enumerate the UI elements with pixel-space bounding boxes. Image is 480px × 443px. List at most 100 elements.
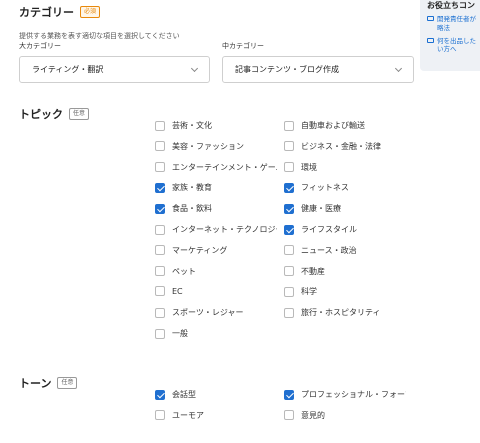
- tone-option[interactable]: 会話型: [155, 389, 196, 400]
- major-category-value: ライティング・翻訳: [32, 65, 104, 74]
- checkbox[interactable]: [284, 120, 294, 131]
- topic-option-label: 環境: [301, 162, 317, 172]
- topic-option-label: 食品・飲料: [172, 204, 212, 214]
- major-category-label: 大カテゴリー: [19, 42, 61, 50]
- topic-option-label: インターネット・テクノロジー: [172, 225, 277, 234]
- help-link-1-line2: 略法: [437, 23, 450, 32]
- tone-option-label: 意見的: [301, 410, 325, 420]
- tone-section-title: トーン 任意: [19, 375, 78, 391]
- help-link-2-line1: 何を出品した: [437, 36, 476, 45]
- topic-option-label: 科学: [301, 287, 317, 297]
- minor-category-value: 記事コンテンツ・ブログ作成: [235, 65, 339, 74]
- checkbox[interactable]: [155, 266, 165, 277]
- tone-title: トーン: [19, 377, 52, 390]
- tone-option[interactable]: プロフェッショナル・フォーマル: [284, 389, 406, 400]
- topic-option-label: 一般: [172, 329, 188, 338]
- topic-option[interactable]: 科学: [284, 286, 317, 297]
- topic-option[interactable]: 美容・ファッション: [155, 141, 244, 152]
- topic-option-label: マーケティング: [172, 245, 228, 255]
- checkbox[interactable]: [284, 266, 294, 277]
- topic-option-label: フィットネス: [301, 183, 349, 193]
- topic-option[interactable]: 自動車および輸送: [284, 120, 365, 131]
- topic-section-title: トピック 任意: [19, 106, 90, 122]
- topic-option-label: 健康・医療: [301, 204, 341, 214]
- help-link-2[interactable]: 何を出品した い方へ: [427, 37, 480, 55]
- checkbox[interactable]: [155, 286, 165, 297]
- help-link-2-line2: い方へ: [437, 45, 457, 54]
- checkbox[interactable]: [155, 120, 165, 131]
- document-icon: [427, 16, 434, 21]
- topic-option[interactable]: ペット: [155, 266, 196, 277]
- topic-option-label: スポーツ・レジャー: [172, 308, 244, 318]
- minor-category-select[interactable]: 記事コンテンツ・ブログ作成: [222, 56, 414, 83]
- checkbox[interactable]: [155, 182, 165, 193]
- checkbox[interactable]: [155, 389, 165, 400]
- topic-option[interactable]: 旅行・ホスピタリティ: [284, 307, 381, 318]
- topic-option[interactable]: 不動産: [284, 266, 325, 277]
- topic-option[interactable]: マーケティング: [155, 245, 227, 256]
- topic-option-label: ライフスタイル: [301, 225, 357, 234]
- topic-option[interactable]: 家族・教育: [155, 182, 212, 193]
- topic-title: トピック: [19, 108, 63, 121]
- checkbox[interactable]: [155, 307, 165, 318]
- major-category-select[interactable]: ライティング・翻訳: [19, 56, 210, 83]
- topic-option[interactable]: 一般: [155, 328, 188, 339]
- chevron-down-icon: [394, 64, 403, 72]
- topic-option-label: ビジネス・金融・法律: [301, 141, 381, 151]
- help-panel: お役立ちコン 開発責任者が 略法 何を出品した い方へ: [420, 0, 480, 71]
- chevron-down-icon: [190, 64, 199, 72]
- topic-option[interactable]: エンターテインメント・ゲーム: [155, 162, 277, 173]
- tone-option-label: ユーモア: [172, 410, 204, 420]
- topic-option-label: 旅行・ホスピタリティ: [301, 308, 381, 318]
- checkbox[interactable]: [155, 203, 165, 214]
- topic-option-label: 美容・ファッション: [172, 141, 244, 151]
- checkbox[interactable]: [155, 224, 165, 235]
- checkbox[interactable]: [284, 182, 294, 193]
- topic-option-label: 不動産: [301, 266, 325, 276]
- optional-badge: 任意: [69, 108, 90, 120]
- checkbox[interactable]: [284, 307, 294, 318]
- topic-option[interactable]: インターネット・テクノロジー: [155, 224, 277, 235]
- topic-option[interactable]: スポーツ・レジャー: [155, 307, 243, 318]
- topic-option[interactable]: 環境: [284, 162, 317, 173]
- topic-option-label: ペット: [172, 266, 196, 276]
- document-icon: [427, 37, 434, 43]
- checkbox[interactable]: [284, 224, 294, 235]
- checkbox[interactable]: [155, 410, 165, 421]
- tone-option[interactable]: 意見的: [284, 410, 325, 421]
- checkbox[interactable]: [155, 162, 165, 173]
- checkbox[interactable]: [284, 389, 294, 400]
- topic-option-label: エンターテインメント・ゲーム: [172, 162, 277, 172]
- topic-option[interactable]: EC: [155, 286, 183, 297]
- required-badge: 必須: [80, 6, 101, 18]
- topic-option[interactable]: ライフスタイル: [284, 224, 357, 235]
- checkbox[interactable]: [284, 410, 294, 421]
- minor-category-label: 中カテゴリー: [222, 42, 264, 50]
- tone-option[interactable]: ユーモア: [155, 410, 204, 421]
- checkbox[interactable]: [284, 141, 294, 152]
- checkbox[interactable]: [155, 245, 165, 256]
- topic-option[interactable]: ビジネス・金融・法律: [284, 141, 381, 152]
- topic-option[interactable]: ニュース・政治: [284, 245, 357, 256]
- help-link-1[interactable]: 開発責任者が 略法: [427, 15, 480, 33]
- category-title: カテゴリー: [19, 6, 74, 19]
- category-section-title: カテゴリー 必須: [19, 4, 101, 20]
- help-panel-title: お役立ちコン: [427, 1, 475, 10]
- checkbox[interactable]: [284, 203, 294, 214]
- topic-option[interactable]: 芸術・文化: [155, 120, 212, 131]
- topic-option-label: 自動車および輸送: [301, 121, 365, 130]
- checkbox[interactable]: [155, 141, 165, 152]
- help-link-1-line1: 開発責任者が: [437, 15, 476, 23]
- topic-option[interactable]: 食品・飲料: [155, 203, 212, 214]
- topic-option[interactable]: フィットネス: [284, 182, 349, 193]
- topic-option-label: EC: [172, 286, 183, 296]
- checkbox[interactable]: [284, 286, 294, 297]
- tone-option-label: 会話型: [172, 390, 196, 399]
- checkbox[interactable]: [284, 162, 294, 173]
- checkbox[interactable]: [155, 328, 165, 339]
- category-hint: 提供する業務を表す適切な項目を選択してください: [19, 32, 180, 40]
- topic-option[interactable]: 健康・医療: [284, 203, 341, 214]
- topic-option-label: 芸術・文化: [172, 121, 212, 130]
- checkbox[interactable]: [284, 245, 294, 256]
- topic-option-label: ニュース・政治: [301, 245, 357, 255]
